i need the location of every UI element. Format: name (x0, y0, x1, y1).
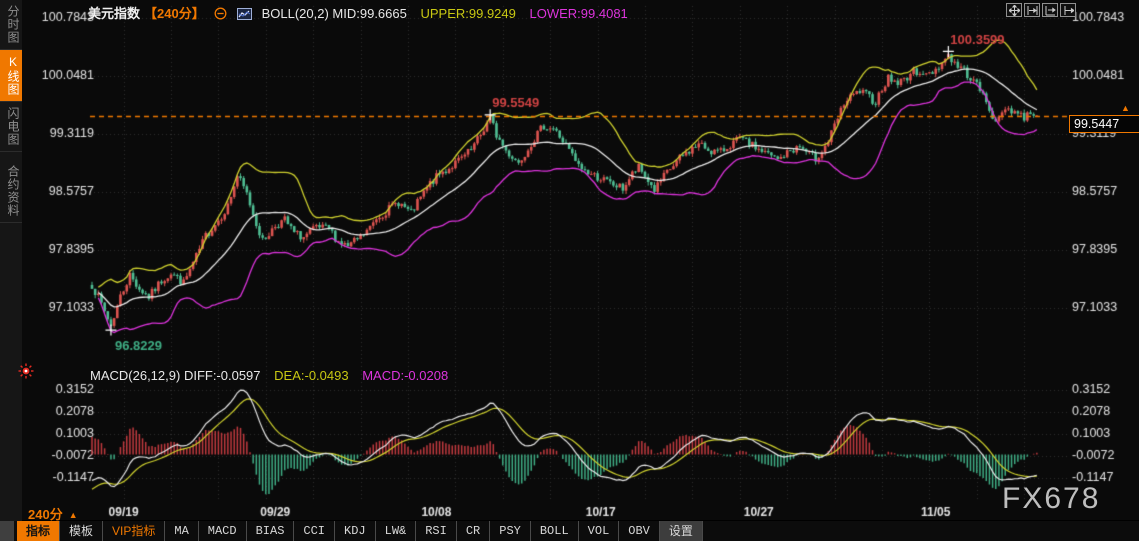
boll-lower-value: LOWER:99.4081 (529, 6, 628, 21)
boll-upper-value: UPPER:99.9249 (420, 6, 516, 21)
macd-header: MACD(26,12,9) DIFF:-0.0597 DEA:-0.0493 M… (90, 368, 448, 383)
up-triangle-icon (69, 510, 78, 520)
fx678-watermark: FX678 (1002, 482, 1101, 515)
tab-lw[interactable]: LW& (376, 521, 417, 541)
tab-cr[interactable]: CR (457, 521, 491, 541)
price-marker-icon (1121, 103, 1130, 113)
tab-ma[interactable]: MA (165, 521, 199, 541)
tab-templates[interactable]: 模板 (60, 521, 104, 541)
exit-right-icon[interactable] (1060, 3, 1076, 17)
circle-minus-icon[interactable] (214, 7, 227, 23)
tab-kdj[interactable]: KDJ (335, 521, 376, 541)
chart-tool-buttons (1006, 3, 1076, 17)
fit-x-axis-icon[interactable] (1042, 3, 1058, 17)
chart-header: 美元指数 【240分】 BOLL(20,2) MID:99.6665 UPPER:… (88, 3, 628, 23)
period-text: 240分 (28, 507, 63, 522)
sidebar-item-time-chart[interactable]: 分时图 (0, 0, 22, 50)
period-tag[interactable]: 【240分】 (144, 6, 205, 21)
pan-tool-icon[interactable] (1006, 3, 1022, 17)
fx678-kline-app: { "header": { "symbol": "美元指数", "period"… (0, 0, 1139, 541)
fit-y-axis-icon[interactable] (1024, 3, 1040, 17)
macd-macd-value: MACD:-0.0208 (362, 368, 449, 383)
tab-macd[interactable]: MACD (199, 521, 247, 541)
left-sidebar: 分时图 K线图 闪电图 合约资料 (0, 0, 22, 541)
tab-boll[interactable]: BOLL (531, 521, 579, 541)
tab-bias[interactable]: BIAS (247, 521, 295, 541)
tab-indicators[interactable]: 指标 (17, 521, 61, 541)
indicator-toolbar: 指标 模板 VIP指标 MA MACD BIAS CCI KDJ LW& RSI… (0, 521, 1139, 541)
tab-cci[interactable]: CCI (294, 521, 336, 541)
symbol-name: 美元指数 (88, 6, 141, 21)
tab-vip-indicators[interactable]: VIP指标 (103, 521, 166, 541)
toolbar-corner-handle[interactable] (0, 521, 14, 541)
sidebar-item-kline-chart[interactable]: K线图 (0, 50, 22, 102)
macd-dea-value: DEA:-0.0493 (274, 368, 349, 383)
tab-obv[interactable]: OBV (619, 521, 660, 541)
tab-vol[interactable]: VOL (579, 521, 620, 541)
tab-settings[interactable]: 设置 (659, 521, 703, 541)
boll-label: BOLL(20,2) MID:99.6665 (261, 6, 407, 21)
sidebar-item-flash-chart[interactable]: 闪电图 (0, 102, 22, 152)
last-price-tag[interactable]: 99.5447 (1069, 115, 1139, 133)
kline-chart-canvas[interactable] (22, 0, 1139, 520)
sidebar-item-contract-info[interactable]: 合约资料 (0, 160, 22, 223)
tab-rsi[interactable]: RSI (416, 521, 457, 541)
macd-label: MACD(26,12,9) DIFF:-0.0597 (90, 368, 261, 383)
tab-psy[interactable]: PSY (490, 521, 531, 541)
alarm-blink-icon[interactable] (18, 363, 34, 384)
mini-chart-icon[interactable] (236, 8, 252, 23)
